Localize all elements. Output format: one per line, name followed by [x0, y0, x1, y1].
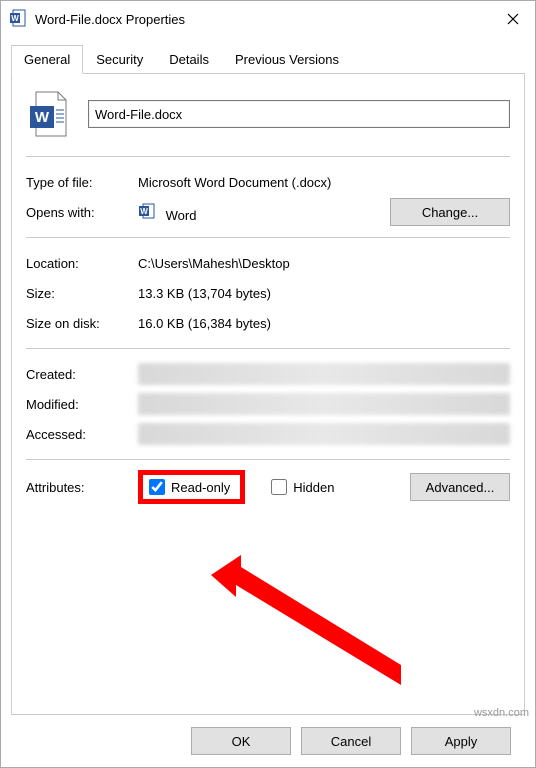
- svg-text:W: W: [140, 207, 148, 216]
- tab-general[interactable]: General: [11, 45, 83, 74]
- label-size-on-disk: Size on disk:: [26, 316, 138, 331]
- opens-with-app-name: Word: [166, 208, 197, 223]
- divider: [26, 156, 510, 157]
- word-app-icon: W: [138, 208, 160, 223]
- label-size: Size:: [26, 286, 138, 301]
- value-created-redacted: [138, 363, 510, 385]
- window-title: Word-File.docx Properties: [35, 12, 185, 27]
- value-accessed-redacted: [138, 423, 510, 445]
- watermark-text: wsxdn.com: [474, 707, 529, 719]
- value-size-on-disk: 16.0 KB (16,384 bytes): [138, 316, 510, 331]
- hidden-checkbox[interactable]: [271, 479, 287, 495]
- cancel-button[interactable]: Cancel: [301, 727, 401, 755]
- value-modified-redacted: [138, 393, 510, 415]
- change-button[interactable]: Change...: [390, 198, 510, 226]
- readonly-highlight: Read-only: [138, 470, 245, 504]
- svg-text:W: W: [11, 14, 19, 23]
- readonly-checkbox[interactable]: [149, 479, 165, 495]
- advanced-button[interactable]: Advanced...: [410, 473, 510, 501]
- hidden-label-text: Hidden: [293, 480, 334, 495]
- tab-security[interactable]: Security: [83, 45, 156, 74]
- value-opens-with: W Word: [138, 202, 390, 223]
- divider: [26, 459, 510, 460]
- divider: [26, 348, 510, 349]
- value-type-of-file: Microsoft Word Document (.docx): [138, 175, 510, 190]
- label-attributes: Attributes:: [26, 480, 138, 495]
- close-button[interactable]: [501, 7, 525, 31]
- hidden-checkbox-label[interactable]: Hidden: [271, 479, 334, 495]
- tab-previous-versions[interactable]: Previous Versions: [222, 45, 352, 74]
- label-type-of-file: Type of file:: [26, 175, 138, 190]
- tab-content-general: W Type of file: Microsoft Word Document …: [11, 74, 525, 715]
- label-modified: Modified:: [26, 397, 138, 412]
- titlebar: W Word-File.docx Properties: [1, 1, 535, 37]
- value-location: C:\Users\Mahesh\Desktop: [138, 256, 510, 271]
- ok-button[interactable]: OK: [191, 727, 291, 755]
- svg-text:W: W: [35, 109, 50, 126]
- filename-input[interactable]: [88, 100, 510, 128]
- word-icon: W: [9, 9, 27, 30]
- label-opens-with: Opens with:: [26, 205, 138, 220]
- label-location: Location:: [26, 256, 138, 271]
- value-size: 13.3 KB (13,704 bytes): [138, 286, 510, 301]
- properties-dialog: W Word-File.docx Properties General Secu…: [0, 0, 536, 768]
- tab-strip: General Security Details Previous Versio…: [11, 45, 525, 74]
- file-icon: W: [26, 90, 74, 138]
- apply-button[interactable]: Apply: [411, 727, 511, 755]
- label-accessed: Accessed:: [26, 427, 138, 442]
- readonly-label-text: Read-only: [171, 480, 230, 495]
- label-created: Created:: [26, 367, 138, 382]
- dialog-buttons: OK Cancel Apply: [11, 715, 525, 767]
- tab-details[interactable]: Details: [156, 45, 222, 74]
- divider: [26, 237, 510, 238]
- readonly-checkbox-label[interactable]: Read-only: [149, 479, 230, 495]
- annotation-arrow-icon: [201, 555, 421, 695]
